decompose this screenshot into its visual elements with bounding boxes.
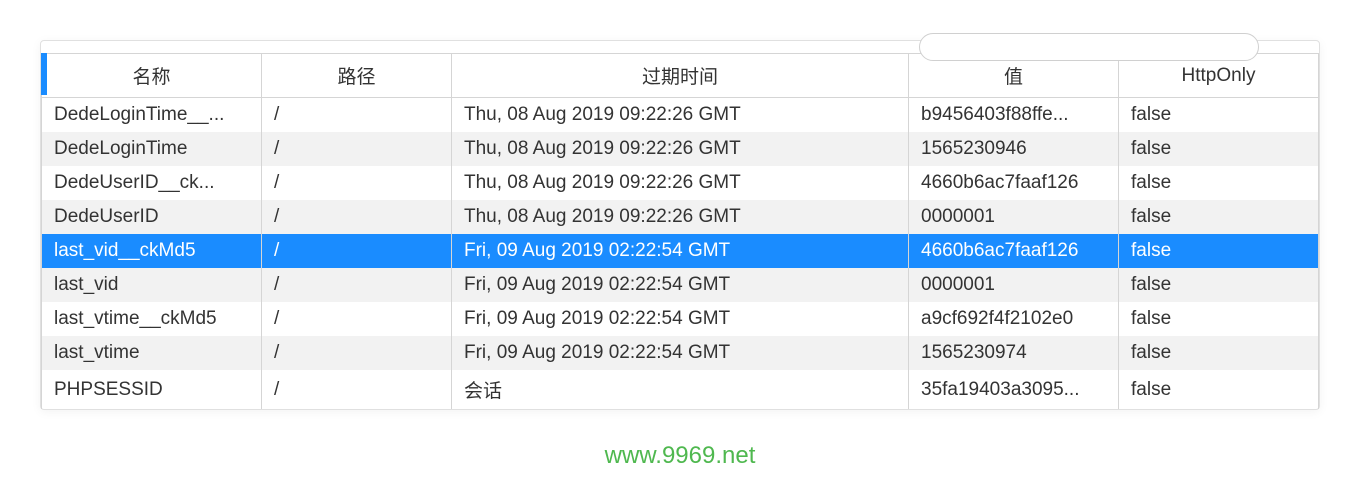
cell-path: /	[262, 200, 452, 234]
table-row[interactable]: DedeLoginTime/Thu, 08 Aug 2019 09:22:26 …	[42, 132, 1319, 166]
table-row[interactable]: last_vtime/Fri, 09 Aug 2019 02:22:54 GMT…	[42, 336, 1319, 370]
cell-expires: Fri, 09 Aug 2019 02:22:54 GMT	[452, 336, 909, 370]
cell-name: last_vid	[42, 268, 262, 302]
table-row[interactable]: last_vid__ckMd5/Fri, 09 Aug 2019 02:22:5…	[42, 234, 1319, 268]
cell-httponly: false	[1119, 302, 1319, 336]
cell-path: /	[262, 268, 452, 302]
cell-name: DedeLoginTime	[42, 132, 262, 166]
cell-value: 4660b6ac7faaf126	[909, 166, 1119, 200]
cell-httponly: false	[1119, 200, 1319, 234]
cell-name: last_vid__ckMd5	[42, 234, 262, 268]
cell-expires: Fri, 09 Aug 2019 02:22:54 GMT	[452, 234, 909, 268]
table-row[interactable]: DedeLoginTime__.../Thu, 08 Aug 2019 09:2…	[42, 98, 1319, 133]
table-row[interactable]: last_vtime__ckMd5/Fri, 09 Aug 2019 02:22…	[42, 302, 1319, 336]
cell-httponly: false	[1119, 166, 1319, 200]
cell-value: 1565230974	[909, 336, 1119, 370]
search-input[interactable]	[919, 33, 1259, 61]
cell-path: /	[262, 98, 452, 133]
cell-value: 0000001	[909, 200, 1119, 234]
cell-path: /	[262, 166, 452, 200]
cell-name: last_vtime	[42, 336, 262, 370]
cell-httponly: false	[1119, 336, 1319, 370]
cell-httponly: false	[1119, 370, 1319, 409]
cell-expires: Thu, 08 Aug 2019 09:22:26 GMT	[452, 166, 909, 200]
toolbar	[41, 41, 1319, 53]
cell-value: a9cf692f4f2102e0	[909, 302, 1119, 336]
cookies-table: 名称 路径 过期时间 值 HttpOnly DedeLoginTime__...…	[41, 53, 1319, 409]
cell-value: b9456403f88ffe...	[909, 98, 1119, 133]
cell-httponly: false	[1119, 234, 1319, 268]
cell-expires: Thu, 08 Aug 2019 09:22:26 GMT	[452, 132, 909, 166]
table-row[interactable]: DedeUserID__ck.../Thu, 08 Aug 2019 09:22…	[42, 166, 1319, 200]
cell-name: DedeUserID__ck...	[42, 166, 262, 200]
active-tab-indicator	[41, 53, 47, 95]
header-expires[interactable]: 过期时间	[452, 54, 909, 98]
watermark-text: www.9969.net	[605, 442, 756, 470]
table-row[interactable]: last_vid/Fri, 09 Aug 2019 02:22:54 GMT00…	[42, 268, 1319, 302]
cell-path: /	[262, 132, 452, 166]
cell-value: 1565230946	[909, 132, 1119, 166]
cell-httponly: false	[1119, 132, 1319, 166]
cell-name: DedeLoginTime__...	[42, 98, 262, 133]
header-name[interactable]: 名称	[42, 54, 262, 98]
cookies-panel: 名称 路径 过期时间 值 HttpOnly DedeLoginTime__...…	[40, 40, 1320, 410]
cell-value: 35fa19403a3095...	[909, 370, 1119, 409]
cell-name: DedeUserID	[42, 200, 262, 234]
cell-expires: 会话	[452, 370, 909, 409]
cell-expires: Thu, 08 Aug 2019 09:22:26 GMT	[452, 98, 909, 133]
cell-name: PHPSESSID	[42, 370, 262, 409]
cell-path: /	[262, 302, 452, 336]
cell-path: /	[262, 370, 452, 409]
table-body: DedeLoginTime__.../Thu, 08 Aug 2019 09:2…	[42, 98, 1319, 410]
table-row[interactable]: PHPSESSID/会话35fa19403a3095...false	[42, 370, 1319, 409]
cell-httponly: false	[1119, 268, 1319, 302]
table-row[interactable]: DedeUserID/Thu, 08 Aug 2019 09:22:26 GMT…	[42, 200, 1319, 234]
cell-expires: Fri, 09 Aug 2019 02:22:54 GMT	[452, 268, 909, 302]
cell-httponly: false	[1119, 98, 1319, 133]
cell-path: /	[262, 336, 452, 370]
cell-path: /	[262, 234, 452, 268]
header-path[interactable]: 路径	[262, 54, 452, 98]
cell-expires: Fri, 09 Aug 2019 02:22:54 GMT	[452, 302, 909, 336]
cell-name: last_vtime__ckMd5	[42, 302, 262, 336]
cell-value: 4660b6ac7faaf126	[909, 234, 1119, 268]
cell-expires: Thu, 08 Aug 2019 09:22:26 GMT	[452, 200, 909, 234]
cell-value: 0000001	[909, 268, 1119, 302]
